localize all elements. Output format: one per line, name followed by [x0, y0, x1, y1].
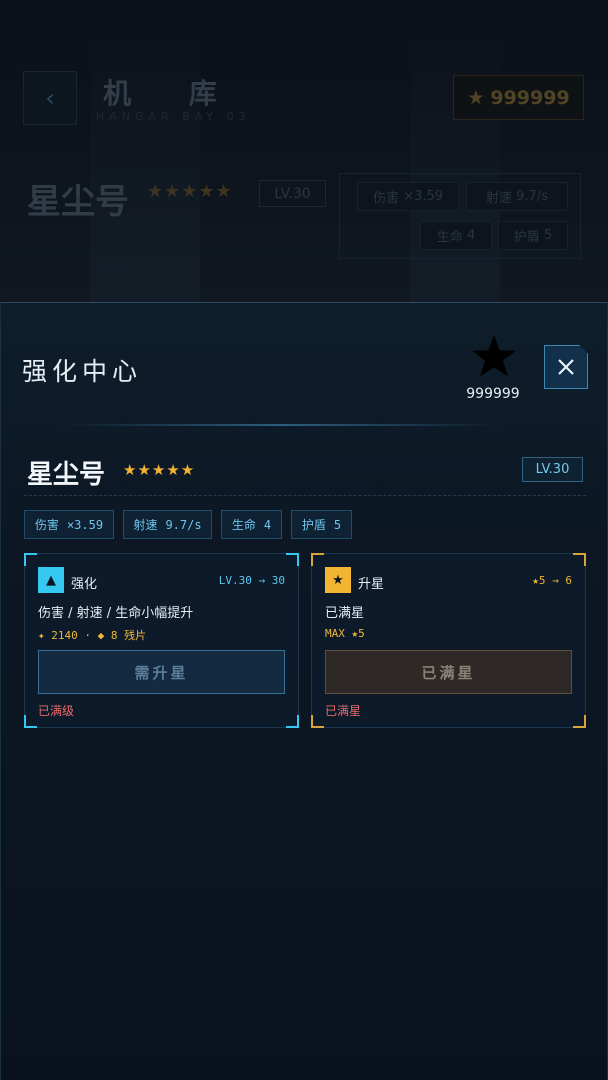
- modal-scrim[interactable]: [0, 0, 608, 303]
- close-button[interactable]: [544, 345, 588, 389]
- ship-stars: ★★★★★: [123, 461, 196, 479]
- corner-bracket: [311, 715, 324, 728]
- stat-chip-firerate: 射速 9.7/s: [123, 510, 212, 539]
- star-up-description: 已满星: [325, 606, 365, 621]
- stat-label: 射速: [133, 518, 158, 532]
- enhance-description: 伤害 / 射速 / 生命小幅提升: [38, 606, 194, 621]
- sheet-title: 强化中心: [22, 357, 143, 386]
- stat-label: 生命: [231, 518, 256, 532]
- enhance-title: 强化: [71, 577, 98, 592]
- star-up-level-change: ★5 → 6: [532, 574, 572, 587]
- corner-bracket: [286, 715, 299, 728]
- enhance-button[interactable]: 需升星: [38, 650, 285, 694]
- level-badge: LV.30: [522, 457, 583, 482]
- star-up-title: 升星: [358, 577, 385, 592]
- stat-value: ×3.59: [66, 517, 104, 532]
- star-up-button[interactable]: 已满星: [325, 650, 572, 694]
- enhance-cost: ✦ 2140 · ◆ 8 残片: [38, 629, 147, 642]
- enhance-center-sheet: 强化中心 999999 星尘号 ★★★★★ LV.30 伤害 ×3.59 射速 …: [0, 302, 608, 1080]
- stat-chip-health: 生命 4: [221, 510, 282, 539]
- enhance-status: 已满级: [38, 704, 75, 718]
- star-up-card: ★ 升星 ★5 → 6 已满星 MAX ★5 已满星 已满星: [311, 553, 586, 728]
- stat-chip-damage: 伤害 ×3.59: [24, 510, 114, 539]
- corner-bracket: [286, 553, 299, 566]
- stat-value: 9.7/s: [165, 517, 202, 532]
- upgrade-arrow-icon: ▲: [38, 567, 64, 593]
- divider-glow: [61, 424, 501, 426]
- star-up-cost: MAX ★5: [325, 627, 365, 640]
- currency-value: 999999: [466, 386, 520, 402]
- stat-chip-shield: 护盾 5: [291, 510, 352, 539]
- corner-bracket: [24, 553, 37, 566]
- enhance-card: ▲ 强化 LV.30 → 30 伤害 / 射速 / 生命小幅提升 ✦ 2140 …: [24, 553, 299, 728]
- star-icon: ★: [325, 567, 351, 593]
- star-icon: [472, 335, 516, 377]
- corner-bracket: [573, 553, 586, 566]
- stat-label: 伤害: [34, 518, 59, 532]
- stat-value: 4: [263, 517, 272, 532]
- corner-bracket: [311, 553, 324, 566]
- hangar-background: ‹ 机 库 HANGAR BAY 03 ★ 999999 星尘号 ★★★★★ L…: [0, 0, 608, 303]
- divider-dashed: [24, 495, 586, 496]
- stat-value: 5: [333, 517, 342, 532]
- star-up-status: 已满星: [325, 704, 362, 718]
- close-icon: [558, 359, 574, 375]
- enhance-level-change: LV.30 → 30: [218, 574, 285, 587]
- corner-bracket: [24, 715, 37, 728]
- stat-label: 护盾: [301, 518, 326, 532]
- ship-name: 星尘号: [27, 460, 106, 490]
- corner-bracket: [573, 715, 586, 728]
